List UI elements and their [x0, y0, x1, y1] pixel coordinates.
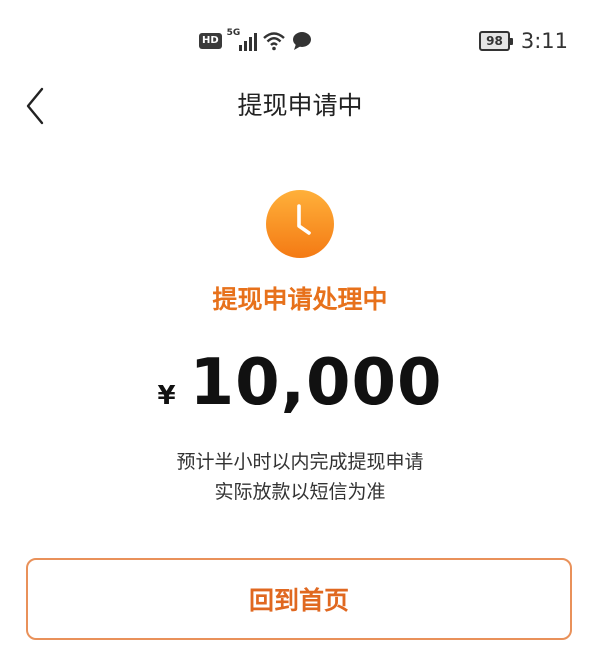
- wifi-icon: [262, 30, 286, 52]
- amount: ¥ 10,000: [0, 345, 600, 421]
- battery-level: 98: [479, 31, 510, 51]
- message-icon: [291, 30, 313, 52]
- status-title: 提现申请处理中: [212, 285, 388, 314]
- sms-note: 实际放款以短信为准: [214, 481, 386, 503]
- back-to-home-button[interactable]: 回到首页: [26, 558, 572, 640]
- page-title: 提现申请中: [237, 91, 363, 120]
- home-button-label: 回到首页: [248, 586, 349, 615]
- signal-icon: 5G: [227, 28, 257, 52]
- eta-note: 预计半小时以内完成提现申请: [176, 451, 424, 473]
- hd-badge: HD: [199, 33, 222, 49]
- status-bar-left: HD 5G: [199, 28, 313, 52]
- clock-icon: [265, 189, 335, 259]
- status-bar-right: 98 3:11: [479, 28, 568, 54]
- battery-tip: [509, 37, 513, 45]
- amount-value: 10,000: [189, 346, 443, 420]
- currency-symbol: ¥: [157, 381, 176, 411]
- status-bar: HD 5G 98 3:11: [0, 0, 600, 80]
- status-time: 3:11: [520, 29, 568, 53]
- battery-icon: 98: [479, 31, 513, 51]
